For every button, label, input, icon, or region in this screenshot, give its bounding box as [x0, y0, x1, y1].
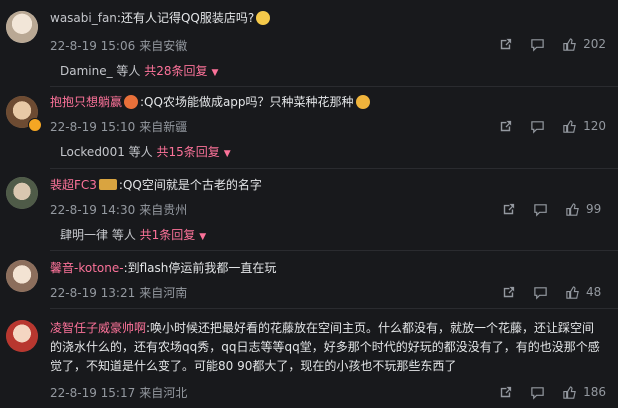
caret-down-icon: ▼	[223, 149, 231, 159]
like-icon[interactable]	[560, 35, 578, 53]
comment-1: wasabi_fan:还有人记得QQ服装店吗? 22-8-19 15:06 来自安…	[0, 0, 618, 82]
share-icon[interactable]	[499, 200, 517, 218]
share-icon[interactable]	[496, 117, 514, 135]
reply-summary[interactable]: Locked001 等人 共15条回复 ▼	[60, 143, 231, 160]
divider	[50, 308, 618, 309]
comment-date: 22-8-19 13:21	[50, 286, 136, 300]
comment-location: 来自新疆	[139, 120, 188, 134]
comment-date: 22-8-19 15:10	[50, 120, 136, 134]
comment-3: 裴超FC3:QQ空间就是个古老的名字 22-8-19 14:30 来自贵州 99 …	[0, 170, 618, 250]
comment-text: :QQ空间就是个古老的名字	[118, 178, 262, 192]
comment-icon[interactable]	[528, 35, 546, 53]
comment-location: 来自河北	[139, 386, 188, 400]
like-icon[interactable]	[563, 200, 581, 218]
like-count: 48	[586, 285, 602, 299]
like-count: 99	[586, 202, 602, 216]
comment-location: 来自河南	[139, 286, 188, 300]
divider	[50, 250, 618, 251]
like-icon[interactable]	[560, 117, 578, 135]
comment-text: :到flash停运前我都一直在玩	[123, 261, 277, 275]
view-replies-link[interactable]: 共28条回复	[144, 64, 207, 78]
comment-icon[interactable]	[531, 283, 549, 301]
comment-2: 抱抱只想躺赢 :QQ农场能做成app吗？只种菜种花那种 22-8-19 15:10…	[0, 88, 618, 170]
comment-date: 22-8-19 15:17	[50, 386, 136, 400]
share-icon[interactable]	[496, 35, 514, 53]
avatar[interactable]	[6, 260, 38, 292]
like-count: 186	[583, 385, 606, 399]
reply-user[interactable]: Damine_	[60, 64, 113, 78]
like-count: 202	[583, 37, 606, 51]
avatar[interactable]	[6, 11, 38, 43]
like-count: 120	[583, 119, 606, 133]
comment-text: :QQ农场能做成app吗？只种菜种花那种	[140, 95, 354, 109]
like-icon[interactable]	[560, 383, 578, 401]
caret-down-icon: ▼	[199, 232, 207, 242]
caret-down-icon: ▼	[211, 68, 219, 78]
comment-icon[interactable]	[531, 200, 549, 218]
comment-icon[interactable]	[528, 117, 546, 135]
view-replies-link[interactable]: 共1条回复	[140, 228, 196, 242]
divider	[50, 168, 618, 169]
emoji-icon	[124, 95, 139, 109]
comment-location: 来自安徽	[139, 39, 188, 53]
username[interactable]: wasabi_fan	[50, 11, 117, 25]
comment-4: 馨音-kotone-:到flash停运前我都一直在玩 22-8-19 13:21…	[0, 252, 618, 308]
fan-badge-icon	[98, 179, 117, 190]
avatar[interactable]	[6, 177, 38, 209]
reply-summary[interactable]: 肆明一律 等人 共1条回复 ▼	[60, 226, 206, 243]
avatar-pendant-icon	[28, 118, 42, 132]
comment-5: 凌智任子威豪帅啊:唤小时候还把最好看的花藤放在空间主页。什么都没有，就放一个花藤…	[0, 312, 618, 408]
comment-icon[interactable]	[528, 383, 546, 401]
comment-date: 22-8-19 15:06	[50, 39, 136, 53]
reply-user[interactable]: 肆明一律	[60, 228, 108, 242]
comment-location: 来自贵州	[139, 203, 188, 217]
divider	[50, 86, 618, 87]
view-replies-link[interactable]: 共15条回复	[156, 145, 219, 159]
emoji-icon	[355, 95, 370, 109]
comment-text: :还有人记得QQ服装店吗?	[116, 11, 255, 25]
username[interactable]: 裴超FC3	[50, 178, 97, 192]
avatar[interactable]	[6, 320, 38, 352]
share-icon[interactable]	[496, 383, 514, 401]
share-icon[interactable]	[499, 283, 517, 301]
username[interactable]: 馨音-kotone-	[50, 261, 124, 275]
reply-summary[interactable]: Damine_ 等人 共28条回复 ▼	[60, 62, 218, 79]
emoji-icon	[256, 11, 271, 25]
comment-date: 22-8-19 14:30	[50, 203, 136, 217]
username[interactable]: 凌智任子威豪帅啊	[50, 321, 146, 335]
reply-user[interactable]: Locked001	[60, 145, 125, 159]
username[interactable]: 抱抱只想躺赢	[50, 95, 122, 109]
like-icon[interactable]	[563, 283, 581, 301]
